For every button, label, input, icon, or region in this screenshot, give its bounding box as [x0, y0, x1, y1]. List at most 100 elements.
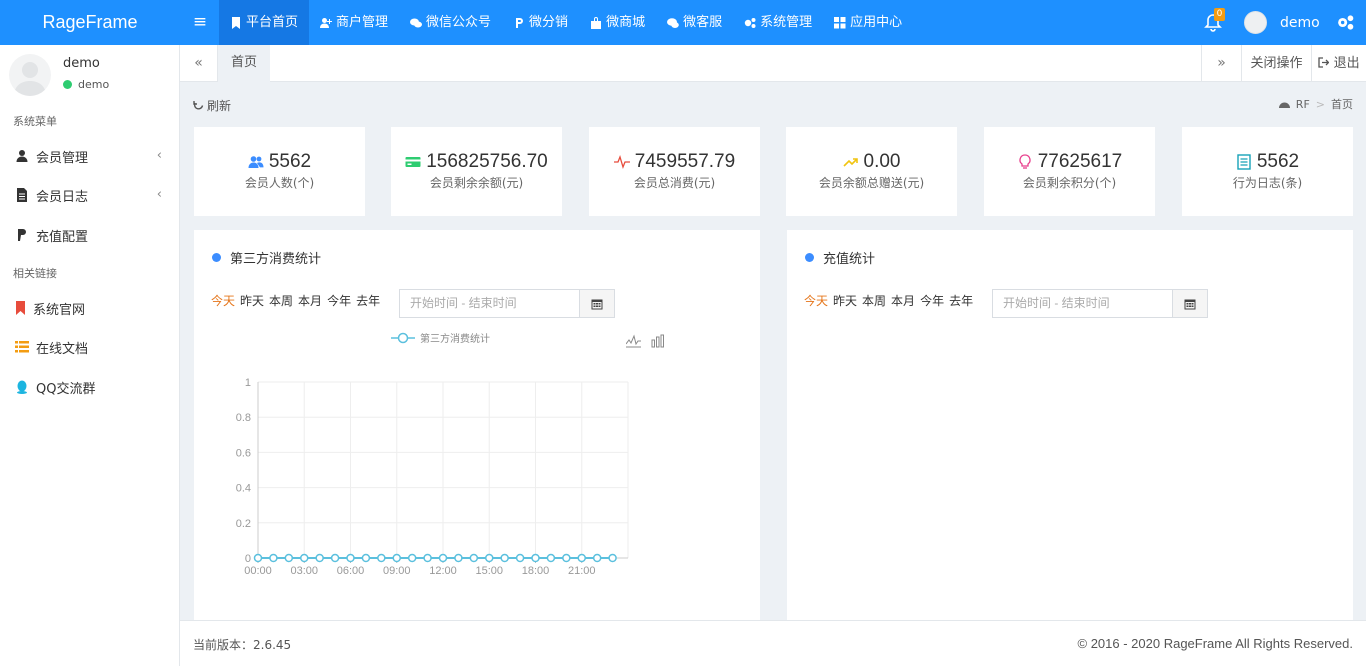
period-this-year[interactable]: 今年 [920, 292, 944, 309]
sidebar-item-docs[interactable]: 在线文档 [0, 329, 179, 365]
sidebar-section-system: 系统菜单 [13, 115, 57, 128]
data-point [330, 553, 340, 563]
breadcrumb-separator: > [1315, 97, 1325, 111]
logo[interactable]: RageFrame [0, 0, 180, 45]
nav-item-shop[interactable]: 微商城 [579, 0, 656, 45]
date-range-input[interactable]: 开始时间 - 结束时间 [400, 290, 579, 317]
data-point [469, 553, 479, 563]
panel-third-party-stats: 第三方消费统计 今天 昨天 本周 本月 今年 去年 开始时间 - 结束时间 第三… [194, 230, 760, 622]
stat-label: 行为日志(条) [1232, 176, 1303, 190]
chat-icon [667, 17, 679, 28]
data-point [515, 553, 525, 563]
period-today[interactable]: 今天 [211, 292, 235, 309]
period-this-month[interactable]: 本月 [298, 292, 322, 309]
data-point [253, 553, 263, 563]
data-point [562, 553, 571, 563]
y-tick-label: 0.6 [236, 447, 251, 459]
tab-home[interactable]: 首页 [218, 45, 270, 82]
x-tick-label: 06:00 [337, 565, 365, 577]
footer: 当前版本：2.6.45 © 2016 - 2020 RageFrame All … [180, 620, 1366, 666]
logout-button[interactable]: 退出 [1311, 45, 1366, 82]
date-range-picker: 开始时间 - 结束时间 [992, 289, 1208, 318]
data-point [315, 553, 324, 563]
stat-value: 77625617 [1037, 151, 1123, 172]
legend-label: 第三方消费统计 [420, 334, 490, 345]
date-range-input[interactable]: 开始时间 - 结束时间 [993, 290, 1172, 317]
x-tick-label: 12:00 [429, 565, 457, 577]
bookmark-icon [232, 16, 240, 29]
panel-title: 充值统计 [805, 248, 875, 267]
tabs-next-button[interactable]: » [1201, 45, 1241, 82]
refresh-button[interactable]: 刷新 [193, 97, 231, 114]
chart-legend[interactable]: 第三方消费统计 [391, 330, 490, 345]
stat-label: 会员人数(个) [244, 176, 315, 190]
panel-recharge-stats: 充值统计 今天 昨天 本周 本月 今年 去年 开始时间 - 结束时间 [787, 230, 1353, 622]
period-last-year[interactable]: 去年 [949, 292, 973, 309]
nav-item-service[interactable]: 微客服 [656, 0, 733, 45]
close-operations-button[interactable]: 关闭操作 [1241, 45, 1311, 82]
data-point [592, 553, 602, 563]
breadcrumb-root[interactable]: RF [1296, 98, 1310, 111]
menu-toggle-icon[interactable]: ≡ [186, 0, 214, 45]
refresh-icon [193, 101, 204, 110]
tabs-bar: « 首页 » 关闭操作 退出 [180, 45, 1366, 82]
panel-title: 第三方消费统计 [212, 248, 321, 267]
doc-icon [1237, 154, 1251, 170]
bar-chart-icon[interactable] [651, 334, 665, 348]
user-menu[interactable]: demo [1244, 11, 1320, 34]
bag-icon [591, 16, 602, 29]
y-tick-label: 1 [245, 377, 251, 389]
gears-icon [744, 17, 756, 28]
period-this-week[interactable]: 本周 [269, 292, 293, 309]
stat-label: 会员余额总赠送(元) [818, 176, 925, 190]
tabs-prev-button[interactable]: « [180, 45, 218, 82]
period-this-week[interactable]: 本周 [862, 292, 886, 309]
period-this-month[interactable]: 本月 [891, 292, 915, 309]
pulse-icon [613, 155, 630, 169]
x-tick-label: 15:00 [475, 565, 503, 577]
period-filter: 今天 昨天 本周 本月 今年 去年 [804, 292, 973, 309]
period-last-year[interactable]: 去年 [356, 292, 380, 309]
copyright-text: © 2016 - 2020 RageFrame All Rights Reser… [1077, 636, 1354, 651]
version-text: 当前版本：2.6.45 [193, 638, 292, 652]
dot-icon [805, 253, 814, 262]
stat-label: 会员剩余积分(个) [1022, 176, 1117, 190]
sidebar-item-member-manage[interactable]: 会员管理 ‹ [0, 138, 179, 174]
period-this-year[interactable]: 今年 [327, 292, 351, 309]
line-chart-icon[interactable] [626, 334, 641, 348]
grid-icon [834, 16, 846, 28]
card-icon [405, 157, 421, 167]
stat-label: 会员剩余余额(元) [429, 176, 524, 190]
sidebar-item-qq-group[interactable]: QQ交流群 [0, 369, 179, 405]
stat-value: 7459557.79 [634, 151, 736, 172]
period-filter: 今天 昨天 本周 本月 今年 去年 [211, 292, 380, 309]
period-yesterday[interactable]: 昨天 [240, 292, 264, 309]
sidebar-item-recharge-config[interactable]: 充值配置 [0, 217, 179, 253]
sidebar-item-member-log[interactable]: 会员日志 ‹ [0, 177, 179, 213]
data-point [531, 553, 540, 563]
calendar-button[interactable] [1172, 290, 1207, 317]
calendar-icon [591, 299, 603, 309]
nav-item-system[interactable]: 系统管理 [733, 0, 823, 45]
period-today[interactable]: 今天 [804, 292, 828, 309]
gears-icon[interactable] [1337, 14, 1354, 31]
data-point [377, 553, 386, 563]
nav-item-distribution[interactable]: 微分销 [502, 0, 579, 45]
x-tick-label: 03:00 [290, 565, 318, 577]
calendar-button[interactable] [579, 290, 614, 317]
y-tick-label: 0.8 [236, 412, 251, 424]
data-point [485, 553, 494, 563]
nav-item-apps[interactable]: 应用中心 [823, 0, 913, 45]
nav-item-merchant[interactable]: 商户管理 [309, 0, 399, 45]
data-point [269, 553, 278, 563]
data-point [284, 553, 294, 563]
nav-item-wechat[interactable]: 微信公众号 [399, 0, 502, 45]
nav-item-platform-home[interactable]: 平台首页 [219, 0, 310, 45]
data-point [546, 553, 556, 563]
stat-label: 会员总消费(元) [633, 176, 716, 190]
data-point [346, 553, 355, 563]
stat-card-gift: 0.00 会员余额总赠送(元) [786, 127, 957, 216]
period-yesterday[interactable]: 昨天 [833, 292, 857, 309]
data-point [608, 553, 617, 563]
sidebar-item-official-site[interactable]: 系统官网 [0, 290, 179, 326]
